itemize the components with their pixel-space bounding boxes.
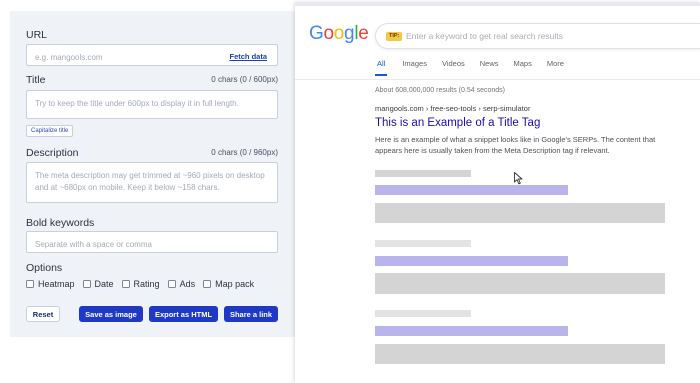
title-label: Title bbox=[26, 74, 46, 86]
result-breadcrumb: mangools.com › free-seo-tools › serp-sim… bbox=[375, 104, 531, 113]
bold-keywords-input[interactable]: Separate with a space or comma bbox=[26, 231, 278, 253]
placeholder-title-bar bbox=[375, 256, 568, 266]
bold-keywords-placeholder: Separate with a space or comma bbox=[35, 240, 152, 249]
result-title-link[interactable]: This is an Example of a Title Tag bbox=[375, 117, 540, 129]
option-ads[interactable]: Ads bbox=[167, 279, 195, 289]
title-input[interactable]: Try to keep the title under 600px to dis… bbox=[26, 90, 278, 119]
description-placeholder: The meta description may get trimmed at … bbox=[35, 171, 265, 192]
save-as-image-button[interactable]: Save as image bbox=[79, 306, 143, 322]
tab-maps[interactable]: Maps bbox=[514, 59, 532, 76]
placeholder-snippet-bar bbox=[375, 203, 665, 223]
bold-keywords-label: Bold keywords bbox=[26, 217, 95, 229]
logo-letter: o bbox=[323, 23, 334, 44]
tip-badge: TIP: bbox=[386, 32, 403, 41]
results-count: About 608,000,000 results (0.54 seconds) bbox=[375, 87, 505, 94]
url-label: URL bbox=[26, 29, 48, 41]
placeholder-snippet-bar bbox=[375, 273, 665, 294]
options-row: Heatmap Date Rating Ads Map pack bbox=[26, 279, 262, 289]
option-heatmap[interactable]: Heatmap bbox=[26, 279, 75, 289]
logo-letter: G bbox=[309, 23, 324, 44]
heatmap-checkbox[interactable] bbox=[26, 280, 34, 288]
option-map-pack[interactable]: Map pack bbox=[203, 279, 254, 289]
placeholder-snippet-bar bbox=[375, 344, 665, 364]
rating-checkbox[interactable] bbox=[121, 280, 130, 288]
placeholder-url-bar bbox=[375, 170, 471, 177]
result-snippet: Here is an example of what a snippet loo… bbox=[375, 135, 656, 155]
serp-search-placeholder: Enter a keyword to get real search resul… bbox=[406, 31, 563, 41]
mouse-cursor-icon bbox=[514, 172, 523, 185]
tab-more[interactable]: More bbox=[547, 59, 564, 76]
tab-images[interactable]: Images bbox=[402, 59, 427, 76]
export-as-html-button[interactable]: Export as HTML bbox=[149, 306, 218, 322]
google-logo: Google bbox=[309, 23, 369, 45]
ads-checkbox[interactable] bbox=[167, 280, 176, 288]
capitalize-title-button[interactable]: Capitalize title bbox=[26, 125, 74, 137]
serp-preview: Google TIP: Enter a keyword to get real … bbox=[295, 3, 700, 383]
option-date[interactable]: Date bbox=[82, 279, 114, 289]
serp-editor-panel: URL e.g. mangools.com Fetch data Title 0… bbox=[10, 11, 296, 337]
placeholder-url-bar bbox=[375, 310, 471, 317]
tab-all[interactable]: All bbox=[375, 59, 388, 76]
serp-search-input[interactable]: TIP: Enter a keyword to get real search … bbox=[375, 23, 700, 49]
placeholder-title-bar bbox=[375, 326, 568, 336]
options-label: Options bbox=[26, 262, 63, 274]
fetch-data-link[interactable]: Fetch data bbox=[229, 52, 267, 61]
reset-button[interactable]: Reset bbox=[26, 306, 60, 322]
placeholder-url-bar bbox=[375, 240, 471, 247]
option-rating[interactable]: Rating bbox=[121, 279, 160, 289]
description-label: Description bbox=[26, 147, 79, 159]
title-char-count: 0 chars (0 / 600px) bbox=[211, 75, 278, 84]
share-link-button[interactable]: Share a link bbox=[224, 306, 278, 322]
logo-letter: o bbox=[333, 23, 345, 44]
url-input[interactable]: e.g. mangools.com Fetch data bbox=[26, 44, 278, 66]
title-placeholder: Try to keep the title under 600px to dis… bbox=[35, 99, 239, 108]
description-input[interactable]: The meta description may get trimmed at … bbox=[26, 162, 278, 203]
map-pack-checkbox[interactable] bbox=[203, 280, 212, 288]
description-char-count: 0 chars (0 / 960px) bbox=[211, 148, 278, 157]
date-checkbox[interactable] bbox=[82, 280, 91, 288]
placeholder-title-bar bbox=[375, 185, 568, 195]
preview-top-bar bbox=[295, 3, 700, 6]
tab-videos[interactable]: Videos bbox=[442, 59, 465, 76]
logo-letter: g bbox=[344, 23, 355, 44]
tabs-divider bbox=[295, 79, 700, 80]
tab-news[interactable]: News bbox=[480, 59, 499, 76]
logo-letter: e bbox=[358, 23, 369, 44]
serp-tabs: All Images Videos News Maps More bbox=[375, 59, 579, 76]
